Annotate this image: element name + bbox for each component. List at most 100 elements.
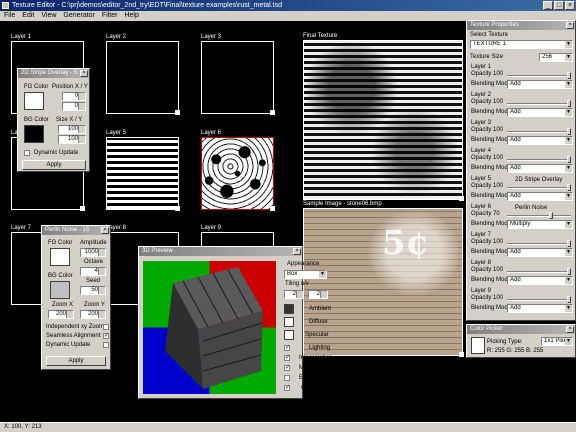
layer-7-opacity-slider[interactable] bbox=[507, 240, 571, 247]
preview-3d-dialog: 3D Preview × Appearance Box ▼ Tiling u/v 2… bbox=[138, 246, 335, 399]
close-icon[interactable]: × bbox=[80, 70, 88, 77]
diffuse-swatch[interactable] bbox=[284, 317, 294, 327]
layer-8-blending-select[interactable]: Add ▼ bbox=[507, 276, 573, 285]
dynamic-update-checkbox[interactable] bbox=[103, 342, 109, 348]
size-x-input[interactable]: 100 bbox=[58, 125, 86, 134]
layer-8-opacity-slider[interactable] bbox=[507, 268, 571, 275]
preview-title[interactable]: 3D Preview × bbox=[139, 247, 302, 256]
mip-mapping-checkbox[interactable]: ✓ bbox=[284, 365, 290, 371]
layer-4-blending-select[interactable]: Add ▼ bbox=[507, 164, 573, 173]
zoom-x-input[interactable]: 200 bbox=[48, 310, 74, 319]
tile-v-input[interactable]: 2 bbox=[308, 290, 328, 299]
painted-sign-glyph: 5¢ bbox=[382, 223, 430, 263]
layer-3-opacity-thumb[interactable] bbox=[567, 128, 571, 135]
ambient-label: Ambient bbox=[309, 306, 332, 312]
preview-viewport[interactable] bbox=[143, 261, 276, 394]
octave-label: Octave bbox=[84, 259, 104, 265]
layer-6-opacity-slider[interactable] bbox=[507, 212, 571, 219]
perlin-noise-dialog: Perlin Noise - 15 × FG Color Amplitude 10… bbox=[41, 225, 111, 370]
independent-zoom-checkbox[interactable] bbox=[103, 324, 109, 330]
layer-2-opacity-label: Opacity bbox=[471, 99, 492, 105]
colored-bg-checkbox[interactable]: ✓ bbox=[284, 385, 290, 391]
blending-mode-value: Multiply bbox=[510, 221, 531, 227]
menu-view[interactable]: View bbox=[41, 11, 56, 21]
layer-1-opacity-slider[interactable] bbox=[507, 72, 571, 79]
layer-3-opacity-value: 100 bbox=[493, 127, 504, 133]
layer-7-blending-select[interactable]: Add ▼ bbox=[507, 248, 573, 257]
dynamic-update-checkbox[interactable] bbox=[24, 150, 30, 156]
bg-color-swatch[interactable] bbox=[50, 281, 70, 299]
menu-generator[interactable]: Generator bbox=[63, 11, 95, 21]
layer-2-label: Layer 2 bbox=[106, 34, 127, 40]
shape-select[interactable]: Box ▼ bbox=[284, 270, 327, 279]
minimize-button[interactable]: _ bbox=[543, 1, 553, 10]
apply-button[interactable]: Apply bbox=[22, 160, 86, 170]
ambient-swatch[interactable] bbox=[284, 304, 294, 314]
layer-8-opacity-thumb[interactable] bbox=[567, 268, 571, 275]
layer-5-blending-select[interactable]: Add ▼ bbox=[507, 192, 573, 201]
layer-1-blending-select[interactable]: Add ▼ bbox=[507, 80, 573, 89]
size-y-input[interactable]: 100 bbox=[58, 135, 86, 144]
layer-2-blending-select[interactable]: Add ▼ bbox=[507, 108, 573, 117]
layer-3-slot[interactable] bbox=[201, 41, 275, 115]
layer-9-opacity-thumb[interactable] bbox=[567, 296, 571, 303]
texture-size-select[interactable]: 256 ▼ bbox=[539, 53, 573, 62]
stripe-dialog-title[interactable]: 2D Stripe Overlay - 5 × bbox=[18, 69, 89, 78]
env-mapping-checkbox[interactable] bbox=[284, 375, 290, 381]
picking-type-select[interactable]: 1x1 Pixel ▼ bbox=[541, 337, 573, 346]
interpolation-checkbox[interactable]: ✓ bbox=[284, 355, 290, 361]
menu-help[interactable]: Help bbox=[124, 11, 138, 21]
layer-4-opacity-slider[interactable] bbox=[507, 156, 571, 163]
layer-7-opacity-thumb[interactable] bbox=[567, 240, 571, 247]
menu-filter[interactable]: Filter bbox=[102, 11, 118, 21]
seamless-checkbox[interactable]: ✓ bbox=[103, 333, 109, 339]
bg-color-swatch[interactable] bbox=[24, 125, 44, 143]
close-icon[interactable]: × bbox=[293, 248, 301, 255]
close-icon[interactable]: × bbox=[101, 227, 109, 234]
layer-5-stripes-thumbnail[interactable] bbox=[106, 137, 180, 211]
position-y-input[interactable]: 0 bbox=[62, 102, 86, 111]
picker-title[interactable]: Color Picker × bbox=[467, 325, 575, 334]
close-icon[interactable]: × bbox=[566, 326, 574, 333]
layer-6-blending-select[interactable]: Multiply ▼ bbox=[507, 220, 573, 229]
properties-title[interactable]: Texture Properties × bbox=[467, 21, 575, 30]
zoom-y-input[interactable]: 200 bbox=[80, 310, 106, 319]
layer-4-opacity-thumb[interactable] bbox=[567, 156, 571, 163]
layer-2-slot[interactable] bbox=[106, 41, 180, 115]
layer-2-opacity-thumb[interactable] bbox=[567, 100, 571, 107]
layer-6-opacity-thumb[interactable] bbox=[549, 212, 553, 219]
layer-3-label: Layer 3 bbox=[201, 34, 222, 40]
menu-file[interactable]: File bbox=[4, 11, 15, 21]
layer-1-opacity-thumb[interactable] bbox=[567, 72, 571, 79]
specular-swatch[interactable] bbox=[284, 330, 294, 340]
picking-type-label: Picking Type: bbox=[487, 339, 523, 345]
maximize-button[interactable]: □ bbox=[554, 1, 564, 10]
fg-color-swatch[interactable] bbox=[24, 92, 44, 110]
layer-3-opacity-slider[interactable] bbox=[507, 128, 571, 135]
amplitude-label: Amplitude bbox=[80, 240, 107, 246]
texture-select[interactable]: TEXTURE 1 ▼ bbox=[470, 40, 573, 49]
layer-6-blending-label: Blending Mode bbox=[471, 221, 512, 227]
layer-6-noise-thumbnail[interactable] bbox=[201, 137, 275, 211]
tile-u-input[interactable]: 2 bbox=[284, 290, 304, 299]
apply-button[interactable]: Apply bbox=[46, 356, 106, 366]
layer-5-opacity-slider[interactable] bbox=[507, 184, 571, 191]
amplitude-input[interactable]: 1000 bbox=[80, 248, 106, 257]
perlin-dialog-title[interactable]: Perlin Noise - 15 × bbox=[42, 226, 110, 235]
menu-edit[interactable]: Edit bbox=[22, 11, 34, 21]
env-mapping-label: Env. Mapping bbox=[299, 375, 336, 381]
layer-3-blending-select[interactable]: Add ▼ bbox=[507, 136, 573, 145]
layer-9-opacity-slider[interactable] bbox=[507, 296, 571, 303]
layer-9-blending-select[interactable]: Add ▼ bbox=[507, 304, 573, 313]
position-x-input[interactable]: 0 bbox=[62, 92, 86, 101]
close-button[interactable]: × bbox=[565, 1, 575, 10]
layer-2-blending-label: Blending Mode bbox=[471, 109, 512, 115]
close-icon[interactable]: × bbox=[566, 22, 574, 29]
layer-2-opacity-slider[interactable] bbox=[507, 100, 571, 107]
seamless-label: Seamless Alignment bbox=[46, 333, 101, 339]
octave-input[interactable]: 4 bbox=[80, 267, 106, 276]
layer-5-opacity-thumb[interactable] bbox=[567, 184, 571, 191]
seed-input[interactable]: 50 bbox=[80, 286, 106, 295]
lighting-checkbox[interactable]: ✓ bbox=[284, 345, 290, 351]
fg-color-swatch[interactable] bbox=[50, 248, 70, 266]
